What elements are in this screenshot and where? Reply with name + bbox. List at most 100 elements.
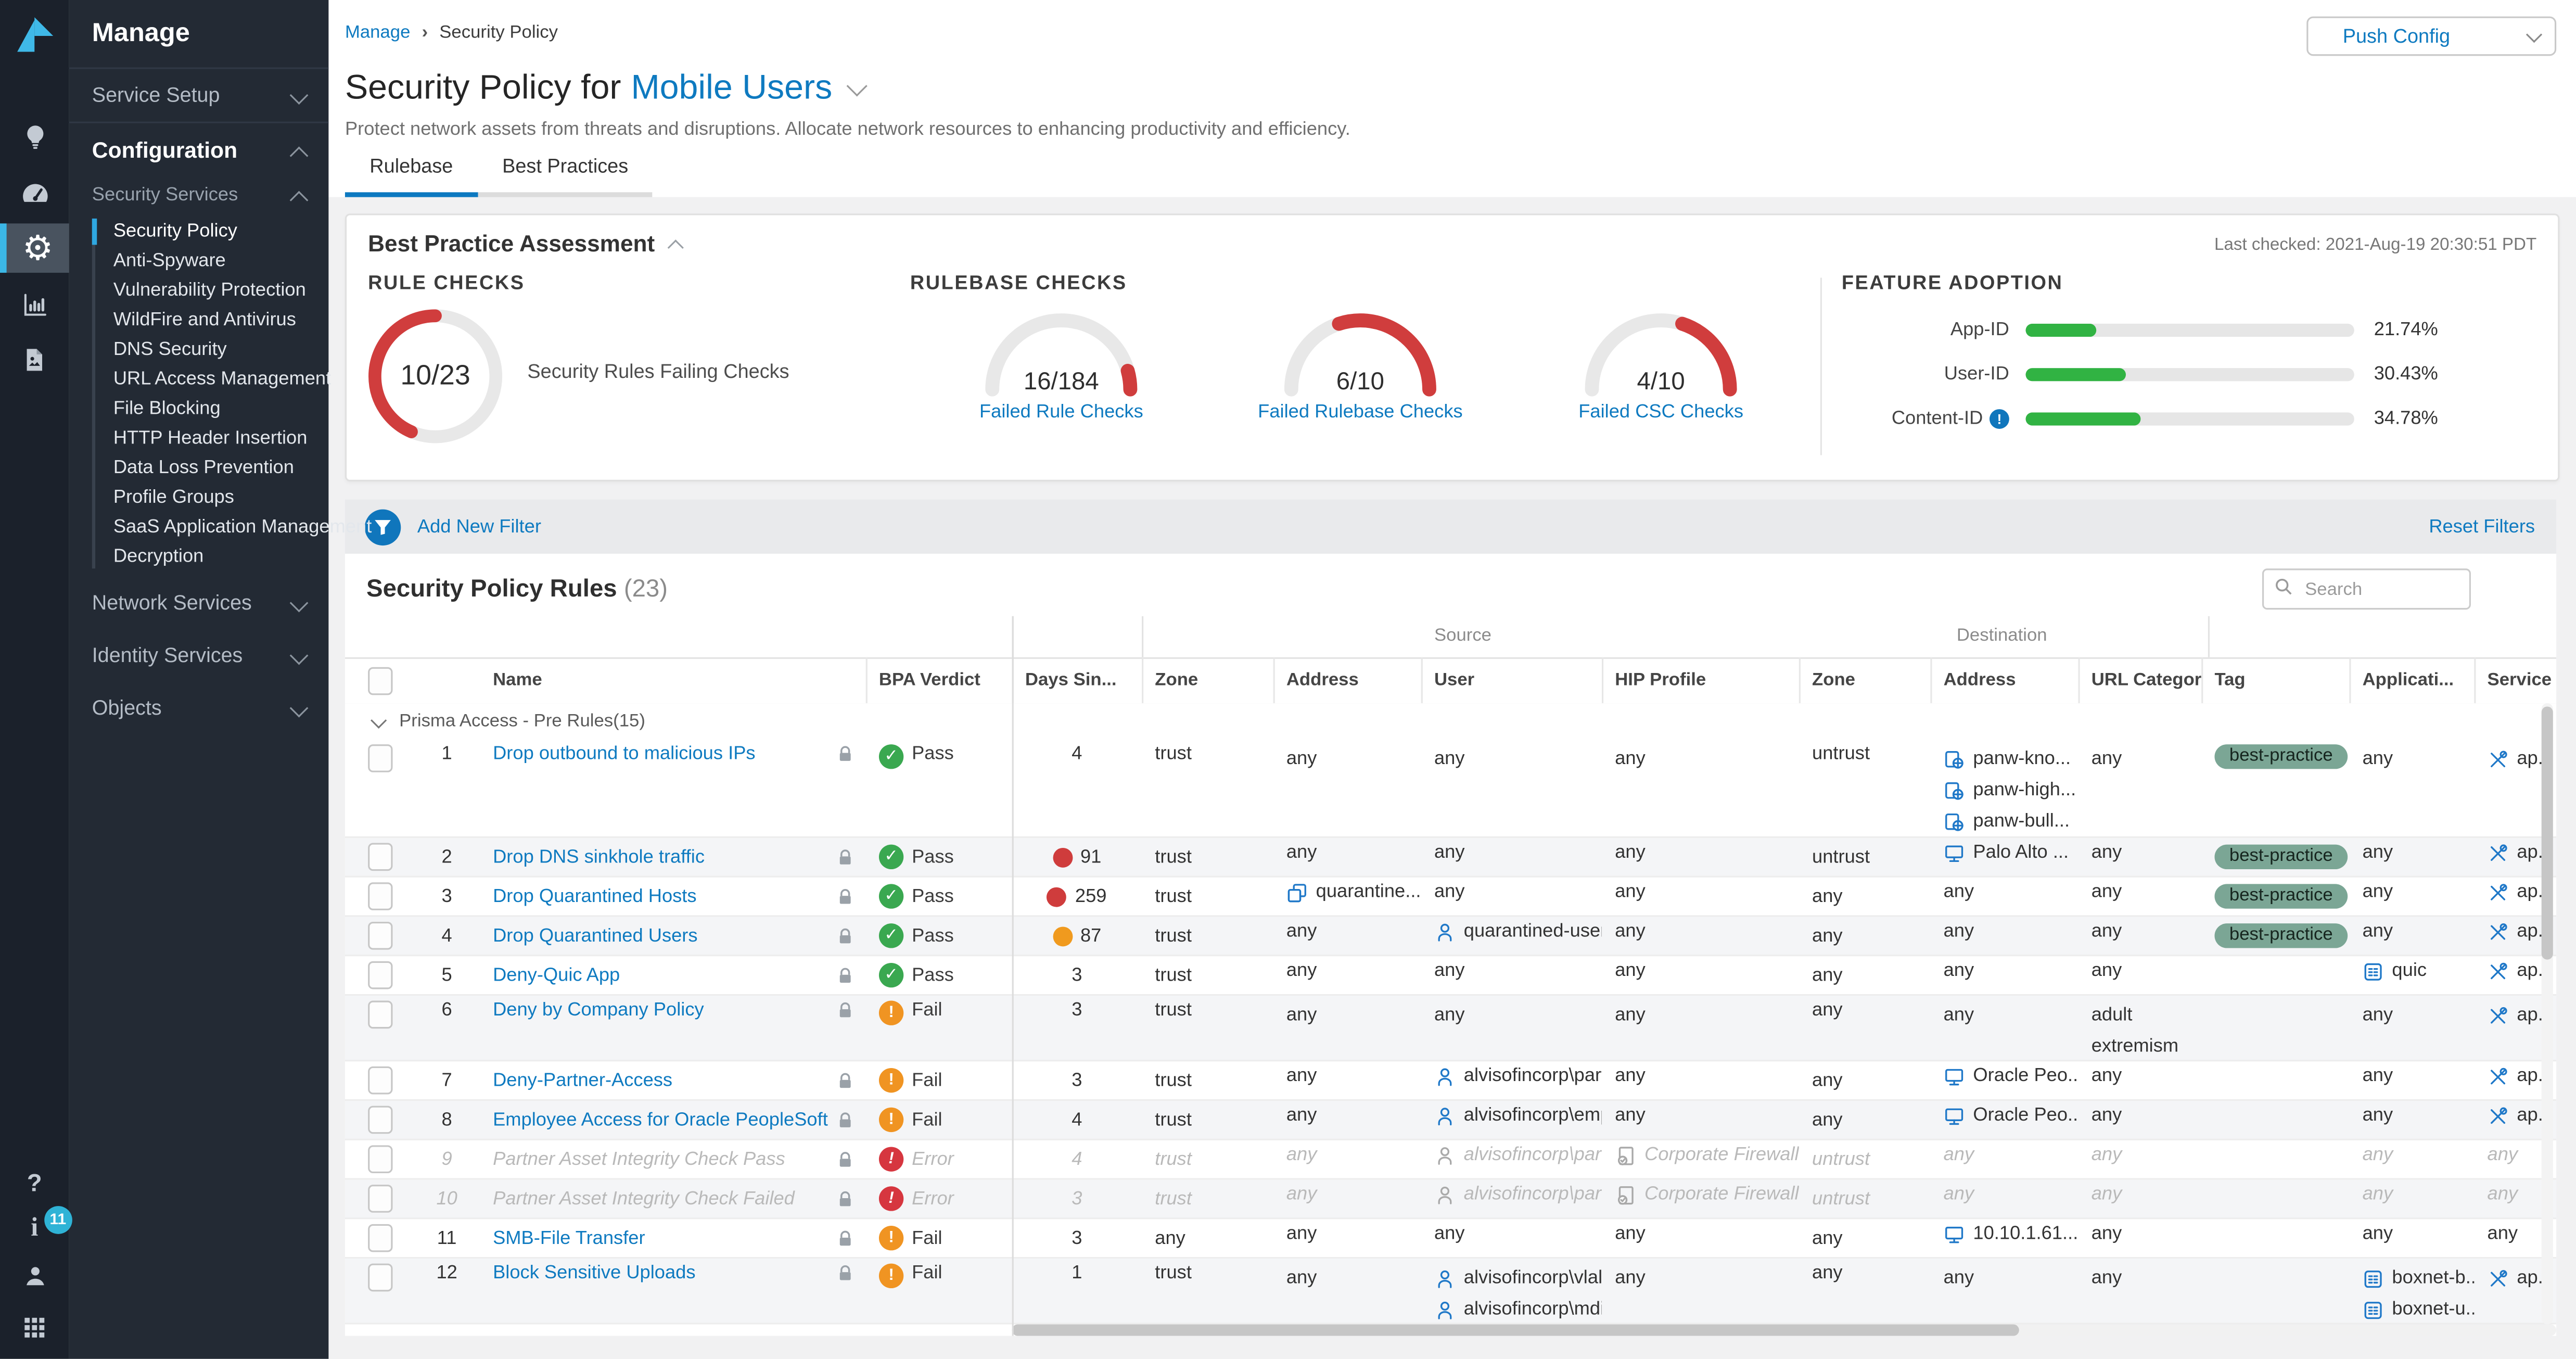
row-checkbox[interactable]	[367, 843, 392, 871]
row-checkbox[interactable]	[367, 922, 392, 950]
rule-name-link[interactable]: Drop outbound to malicious IPs	[493, 744, 756, 764]
row-checkbox[interactable]	[367, 1145, 392, 1173]
sidebar-item-identity-services[interactable]: Identity Services	[69, 629, 329, 682]
horizontal-scrollbar	[1012, 1324, 2556, 1336]
bpa-verdict-label: Pass	[912, 926, 954, 946]
rule-number: 8	[442, 1110, 452, 1129]
column-header-address[interactable]: Address	[1930, 657, 2078, 703]
palo-alto-logo-icon[interactable]	[11, 11, 57, 62]
rule-name-link[interactable]: Drop DNS sinkhole traffic	[493, 847, 705, 867]
table-row: 2Drop DNS sinkhole traffic✓Pass91trustan…	[345, 838, 2556, 878]
reset-filters-button[interactable]: Reset Filters	[2429, 517, 2535, 537]
row-checkbox[interactable]	[367, 961, 392, 989]
chevron-down-icon[interactable]	[371, 712, 387, 728]
chevron-down-icon[interactable]	[846, 75, 866, 96]
apps-grid-icon[interactable]	[21, 1315, 48, 1346]
tab-rulebase[interactable]: Rulebase	[345, 145, 478, 197]
column-header-url-category[interactable]: URL Category	[2078, 657, 2201, 703]
column-header-applicati-[interactable]: Applicati...	[2349, 657, 2474, 703]
rule-name-link[interactable]: Partner Asset Integrity Check Pass	[493, 1149, 785, 1169]
column-header-name[interactable]: Name	[480, 657, 866, 703]
rule-name-link[interactable]: Drop Quarantined Hosts	[493, 886, 697, 906]
rule-name-link[interactable]: Deny-Quic App	[493, 966, 620, 985]
user-icon	[1434, 1106, 1456, 1127]
row-checkbox[interactable]	[367, 744, 392, 772]
lock-icon	[836, 1228, 855, 1248]
row-checkbox[interactable]	[367, 1001, 392, 1029]
row-checkbox[interactable]	[367, 1185, 392, 1213]
sidebar-item-saas-application-management[interactable]: SaaS Application Management	[69, 513, 329, 542]
sidebar-item-network-services[interactable]: Network Services	[69, 577, 329, 629]
column-header-days-sin-[interactable]: Days Sin...	[1012, 657, 1142, 703]
collapse-chevron-icon[interactable]	[667, 240, 682, 256]
failed-rulebase-checks-link[interactable]: Failed Rulebase Checks	[1237, 402, 1484, 422]
user-icon[interactable]	[20, 1262, 48, 1294]
failed-csc-checks-link[interactable]: Failed CSC Checks	[1538, 402, 1784, 422]
failed-rule-checks-gauge: 16/184 Failed Rule Checks	[938, 307, 1185, 422]
rule-name-link[interactable]: Employee Access for Oracle PeopleSoft	[493, 1110, 828, 1129]
sidebar-item-file-blocking[interactable]: File Blocking	[69, 395, 329, 424]
horizontal-scrollbar-thumb[interactable]	[1012, 1324, 2019, 1336]
dashboard-icon[interactable]	[0, 168, 69, 217]
feature-adoption-label: FEATURE ADOPTION	[1842, 271, 2063, 294]
column-header-zone[interactable]: Zone	[1799, 657, 1931, 703]
column-header-user[interactable]: User	[1421, 657, 1602, 703]
row-checkbox[interactable]	[367, 1224, 392, 1252]
info-icon[interactable]: !	[1990, 409, 2009, 429]
rule-name-link[interactable]: Deny by Company Policy	[493, 1001, 704, 1021]
sidebar-item-configuration[interactable]: Configuration	[69, 123, 329, 177]
bpa-verdict-label: Fail	[912, 1228, 942, 1248]
row-checkbox[interactable]	[367, 882, 392, 910]
sidebar-item-data-loss-prevention[interactable]: Data Loss Prevention	[69, 453, 329, 483]
breadcrumb-manage[interactable]: Manage	[345, 23, 411, 43]
rule-name-link[interactable]: Partner Asset Integrity Check Failed	[493, 1189, 795, 1209]
sidebar-item-anti-spyware[interactable]: Anti-Spyware	[69, 247, 329, 276]
rule-name-link[interactable]: Drop Quarantined Users	[493, 926, 698, 946]
table-row: 9Partner Asset Integrity Check Pass!Erro…	[345, 1140, 2556, 1180]
vertical-scrollbar-thumb[interactable]	[2542, 706, 2553, 959]
rule-name-link[interactable]: SMB-File Transfer	[493, 1228, 645, 1248]
select-all-checkbox[interactable]	[367, 666, 392, 694]
column-header-service[interactable]: Service	[2474, 657, 2556, 703]
bpa-pass-icon: ✓	[879, 884, 903, 908]
sidebar-item-security-services[interactable]: Security Services	[69, 177, 329, 215]
row-checkbox[interactable]	[367, 1106, 392, 1134]
search-input[interactable]	[2302, 578, 2459, 601]
page-subtitle: Protect network assets from threats and …	[345, 120, 1350, 139]
sidebar-item-service-setup[interactable]: Service Setup	[69, 69, 329, 123]
column-header-address[interactable]: Address	[1273, 657, 1421, 703]
sidebar-item-objects[interactable]: Objects	[69, 682, 329, 734]
column-header-bpa-verdict[interactable]: BPA Verdict	[866, 657, 1012, 703]
settings-icon[interactable]: ⚙	[0, 223, 69, 273]
rules-count: (23)	[624, 575, 668, 603]
scope-selector[interactable]: Mobile Users	[631, 69, 832, 109]
notifications-icon[interactable]: i 11	[31, 1216, 38, 1242]
rule-name-link[interactable]: Block Sensitive Uploads	[493, 1264, 695, 1284]
address-group-icon	[1286, 882, 1308, 904]
sidebar-item-profile-groups[interactable]: Profile Groups	[69, 483, 329, 513]
bpa-fail-icon: !	[879, 1068, 903, 1093]
sidebar-item-url-access-management[interactable]: URL Access Management	[69, 365, 329, 395]
insights-icon[interactable]	[0, 112, 69, 161]
sidebar-item-http-header-insertion[interactable]: HTTP Header Insertion	[69, 424, 329, 453]
column-header-hip-profile[interactable]: HIP Profile	[1602, 657, 1799, 703]
column-header-zone[interactable]: Zone	[1142, 657, 1273, 703]
sidebar-item-wildfire-and-antivirus[interactable]: WildFire and Antivirus	[69, 306, 329, 335]
push-config-button[interactable]: Push Config	[2306, 17, 2556, 56]
failed-rule-checks-link[interactable]: Failed Rule Checks	[938, 402, 1185, 422]
row-checkbox[interactable]	[367, 1066, 392, 1095]
tab-best-practices[interactable]: Best Practices	[478, 145, 653, 197]
row-checkbox[interactable]	[367, 1264, 392, 1292]
sidebar-item-vulnerability-protection[interactable]: Vulnerability Protection	[69, 276, 329, 306]
rule-name-link[interactable]: Deny-Partner-Access	[493, 1071, 672, 1090]
reports-icon[interactable]	[0, 280, 69, 329]
column-header-tag[interactable]: Tag	[2201, 657, 2349, 703]
bpa-error-icon: !	[879, 1186, 903, 1211]
sidebar-item-dns-security[interactable]: DNS Security	[69, 335, 329, 365]
sidebar-item-security-policy[interactable]: Security Policy	[69, 217, 329, 247]
table-row: 1Drop outbound to malicious IPs✓Pass4tru…	[345, 740, 2556, 838]
media-reports-icon[interactable]	[0, 335, 69, 385]
add-new-filter-button[interactable]: Add New Filter	[417, 517, 541, 537]
help-icon[interactable]: ?	[27, 1172, 42, 1196]
sidebar-item-decryption[interactable]: Decryption	[69, 542, 329, 572]
